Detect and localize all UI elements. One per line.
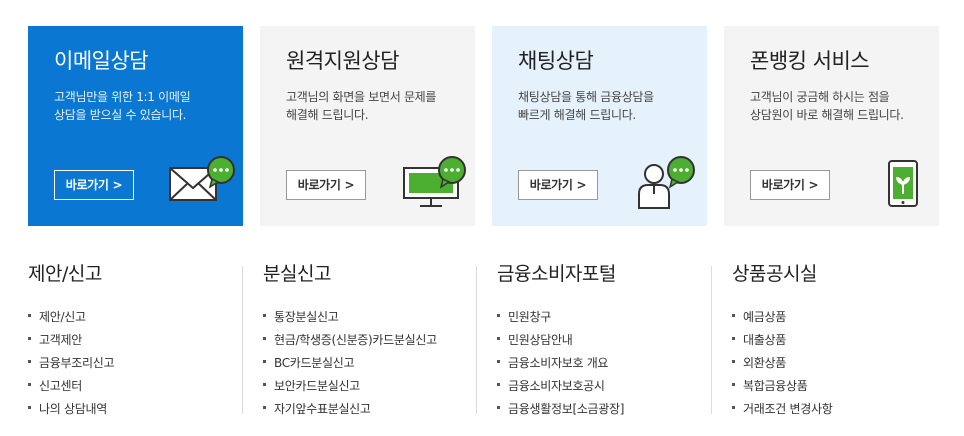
bullet-icon — [732, 383, 735, 386]
card-desc: 채팅상담을 통해 금융상담을 빠르게 해결해 드립니다. — [518, 90, 654, 122]
smartphone-icon — [888, 160, 918, 207]
card-desc: 고객님의 화면을 보면서 문제를 해결해 드립니다. — [286, 90, 437, 122]
card-phone-banking: 폰뱅킹 서비스 고객님이 궁금해 하시는 점을 상담원이 바로 해결해 드립니다… — [724, 26, 939, 226]
bullet-icon — [497, 383, 500, 386]
list-item[interactable]: 통장분실신고 — [263, 306, 473, 329]
go-button-email[interactable]: 바로가기 > — [54, 170, 134, 200]
card-title: 채팅상담 — [518, 49, 594, 73]
list-item[interactable]: 대출상품 — [732, 329, 942, 352]
card-title: 원격지원상담 — [286, 49, 399, 73]
list-item[interactable]: 고객제안 — [28, 329, 238, 352]
list-item[interactable]: 금융소비자보호공시 — [497, 375, 707, 398]
bullet-icon — [732, 337, 735, 340]
card-title: 이메일상담 — [54, 49, 149, 73]
card-title: 폰뱅킹 서비스 — [750, 49, 870, 73]
bullet-icon — [263, 406, 266, 409]
go-button-chat[interactable]: 바로가기 > — [518, 170, 598, 200]
bullet-icon — [28, 360, 31, 363]
link-list: 예금상품 대출상품 외환상품 복합금융상품 거래조건 변경사항 — [732, 306, 942, 421]
list-item[interactable]: 나의 상담내역 — [28, 398, 238, 421]
card-remote-consult: 원격지원상담 고객님의 화면을 보면서 문제를 해결해 드립니다. 바로가기 > — [260, 26, 475, 226]
bullet-icon — [263, 383, 266, 386]
link-list: 제안/신고 고객제안 금융부조리신고 신고센터 나의 상담내역 — [28, 306, 238, 421]
list-item[interactable]: 외환상품 — [732, 352, 942, 375]
list-item[interactable]: 민원창구 — [497, 306, 707, 329]
list-item[interactable]: 신고센터 — [28, 375, 238, 398]
column-consumer-portal: 금융소비자포털 민원창구 민원상담안내 금융소비자보호 개요 금융소비자보호공시… — [497, 262, 707, 421]
list-item[interactable]: 현금/학생증(신분증)카드분실신고 — [263, 329, 473, 352]
column-heading: 분실신고 — [263, 263, 331, 285]
bullet-icon — [28, 314, 31, 317]
go-button-phone[interactable]: 바로가기 > — [750, 170, 830, 200]
bullet-icon — [263, 360, 266, 363]
list-item[interactable]: 금융소비자보호 개요 — [497, 352, 707, 375]
column-proposal-report: 제안/신고 제안/신고 고객제안 금융부조리신고 신고센터 나의 상담내역 — [28, 262, 238, 421]
card-desc: 고객님이 궁금해 하시는 점을 상담원이 바로 해결해 드립니다. — [750, 90, 904, 122]
bullet-icon — [28, 406, 31, 409]
bullet-icon — [28, 383, 31, 386]
bullet-icon — [263, 314, 266, 317]
person-chat-icon — [638, 156, 695, 209]
column-heading: 금융소비자포털 — [497, 263, 616, 285]
bullet-icon — [497, 406, 500, 409]
column-divider — [711, 266, 712, 414]
link-list: 통장분실신고 현금/학생증(신분증)카드분실신고 BC카드분실신고 보안카드분실… — [263, 306, 473, 421]
bullet-icon — [497, 360, 500, 363]
link-list: 민원창구 민원상담안내 금융소비자보호 개요 금융소비자보호공시 금융생활정보[… — [497, 306, 707, 421]
bullet-icon — [732, 406, 735, 409]
list-item[interactable]: BC카드분실신고 — [263, 352, 473, 375]
column-divider — [242, 266, 243, 414]
bullet-icon — [263, 337, 266, 340]
list-item[interactable]: 복합금융상품 — [732, 375, 942, 398]
list-item[interactable]: 보안카드분실신고 — [263, 375, 473, 398]
go-button-remote[interactable]: 바로가기 > — [286, 170, 366, 200]
list-item[interactable]: 제안/신고 — [28, 306, 238, 329]
column-heading: 제안/신고 — [28, 263, 102, 285]
bullet-icon — [497, 337, 500, 340]
column-divider — [476, 266, 477, 414]
card-email-consult: 이메일상담 고객님만을 위한 1:1 이메일 상담을 받으실 수 있습니다. 바… — [28, 26, 243, 226]
bullet-icon — [732, 360, 735, 363]
column-heading: 상품공시실 — [732, 263, 817, 285]
email-icon — [169, 156, 235, 201]
card-desc: 고객님만을 위한 1:1 이메일 상담을 받으실 수 있습니다. — [54, 90, 191, 122]
monitor-chat-icon — [403, 156, 466, 207]
list-item[interactable]: 예금상품 — [732, 306, 942, 329]
bullet-icon — [28, 337, 31, 340]
bullet-icon — [497, 314, 500, 317]
list-item[interactable]: 거래조건 변경사항 — [732, 398, 942, 421]
list-item[interactable]: 민원상담안내 — [497, 329, 707, 352]
column-lost-report: 분실신고 통장분실신고 현금/학생증(신분증)카드분실신고 BC카드분실신고 보… — [263, 262, 473, 421]
list-item[interactable]: 금융생활정보[소금광장] — [497, 398, 707, 421]
bullet-icon — [732, 314, 735, 317]
card-chat-consult: 채팅상담 채팅상담을 통해 금융상담을 빠르게 해결해 드립니다. 바로가기 > — [492, 26, 707, 226]
column-product-disclosure: 상품공시실 예금상품 대출상품 외환상품 복합금융상품 거래조건 변경사항 — [732, 262, 942, 421]
list-item[interactable]: 자기앞수표분실신고 — [263, 398, 473, 421]
list-item[interactable]: 금융부조리신고 — [28, 352, 238, 375]
